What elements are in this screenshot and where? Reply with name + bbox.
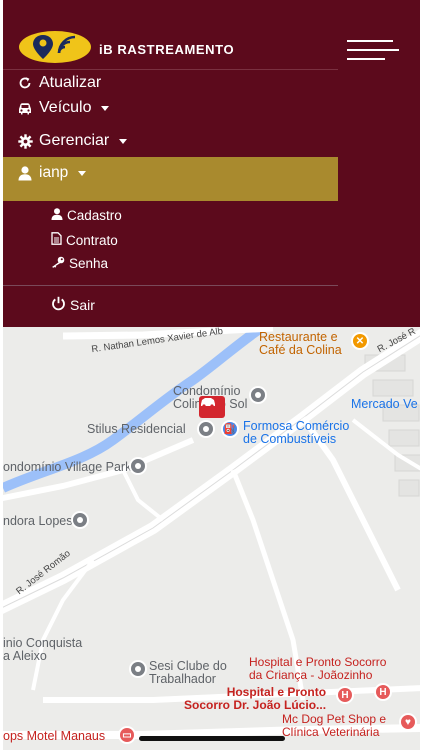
chevron-down-icon — [101, 105, 110, 111]
brand-header: iB RASTREAMENTO — [3, 0, 338, 70]
menu-item-label: ianp — [39, 164, 69, 181]
menu-item-label: Veículo — [39, 99, 92, 116]
pet-pin-icon[interactable]: ♥ — [399, 713, 417, 731]
menu-item-sair[interactable]: Sair — [51, 296, 95, 314]
menu-toggle-button[interactable] — [347, 38, 399, 62]
submenu-item-senha[interactable]: Senha — [51, 256, 108, 271]
menu-item-label: Gerenciar — [39, 132, 110, 149]
gear-icon — [17, 133, 33, 149]
poi-motel[interactable]: ops Motel Manaus — [3, 729, 105, 743]
submenu-item-label: Senha — [69, 256, 109, 271]
chevron-down-icon — [78, 170, 87, 176]
poi-sesi[interactable]: Sesi Clube do Trabalhador — [149, 659, 227, 686]
document-icon — [51, 232, 62, 248]
poi-hospital-crianca[interactable]: Hospital e Pronto Socorro da Criança - J… — [249, 656, 386, 681]
nav-menu: iB RASTREAMENTO Atualizar Veículo Gerenc… — [3, 0, 420, 327]
submenu-item-contrato[interactable]: Contrato — [51, 232, 118, 248]
vehicle-marker-icon[interactable] — [199, 396, 225, 418]
menu-item-gerenciar[interactable]: Gerenciar — [17, 132, 128, 150]
power-icon — [51, 296, 66, 314]
restaurant-pin-icon[interactable]: ✕ — [351, 332, 369, 350]
chevron-down-icon — [119, 138, 128, 144]
place-pin-icon[interactable] — [197, 420, 215, 438]
poi-village-park[interactable]: ondomínio Village Park — [3, 460, 131, 474]
user-icon — [17, 165, 33, 181]
submenu-item-cadastro[interactable]: Cadastro — [51, 208, 122, 223]
menu-item-user[interactable]: ianp — [17, 164, 87, 182]
place-pin-icon[interactable] — [129, 457, 147, 475]
hospital-pin-icon[interactable]: H — [336, 686, 354, 704]
menu-item-veiculo[interactable]: Veículo — [17, 99, 110, 117]
refresh-icon — [17, 75, 33, 91]
place-pin-icon[interactable] — [129, 660, 147, 678]
menu-item-label: Sair — [70, 297, 95, 313]
poi-hospital-joao[interactable]: Hospital e Pronto Socorro Dr. João Lúcio… — [184, 686, 326, 711]
key-icon — [51, 256, 65, 271]
home-indicator — [139, 736, 285, 741]
place-pin-icon[interactable] — [71, 511, 89, 529]
hospital-pin-icon[interactable]: H — [374, 683, 392, 701]
poi-mercado[interactable]: Mercado Ve — [351, 397, 418, 411]
poi-mcdog[interactable]: Mc Dog Pet Shop e Clínica Veterinária — [282, 713, 386, 738]
bed-pin-icon[interactable]: ▭ — [118, 726, 136, 744]
menu-divider — [3, 285, 338, 286]
poi-formosa[interactable]: Formosa Comércio de Combustíveis — [243, 419, 349, 446]
place-pin-icon[interactable] — [249, 386, 267, 404]
menu-item-atualizar[interactable]: Atualizar — [17, 74, 101, 92]
user-icon — [51, 208, 63, 223]
logo-icon — [19, 31, 91, 63]
poi-stilus[interactable]: Stilus Residencial — [87, 422, 186, 436]
submenu-item-label: Cadastro — [67, 208, 122, 223]
submenu-item-label: Contrato — [66, 232, 118, 248]
poi-restaurante[interactable]: Restaurante e Café da Colina — [259, 330, 342, 357]
car-icon — [17, 100, 33, 116]
app-title: iB RASTREAMENTO — [99, 42, 235, 57]
menu-item-label: Atualizar — [39, 74, 102, 91]
poi-ndora-lopes[interactable]: ndora Lopes — [3, 514, 73, 528]
fuel-pin-icon[interactable]: ⛽ — [221, 420, 239, 438]
poi-conquista[interactable]: inio Conquista a Aleixo — [3, 636, 82, 663]
